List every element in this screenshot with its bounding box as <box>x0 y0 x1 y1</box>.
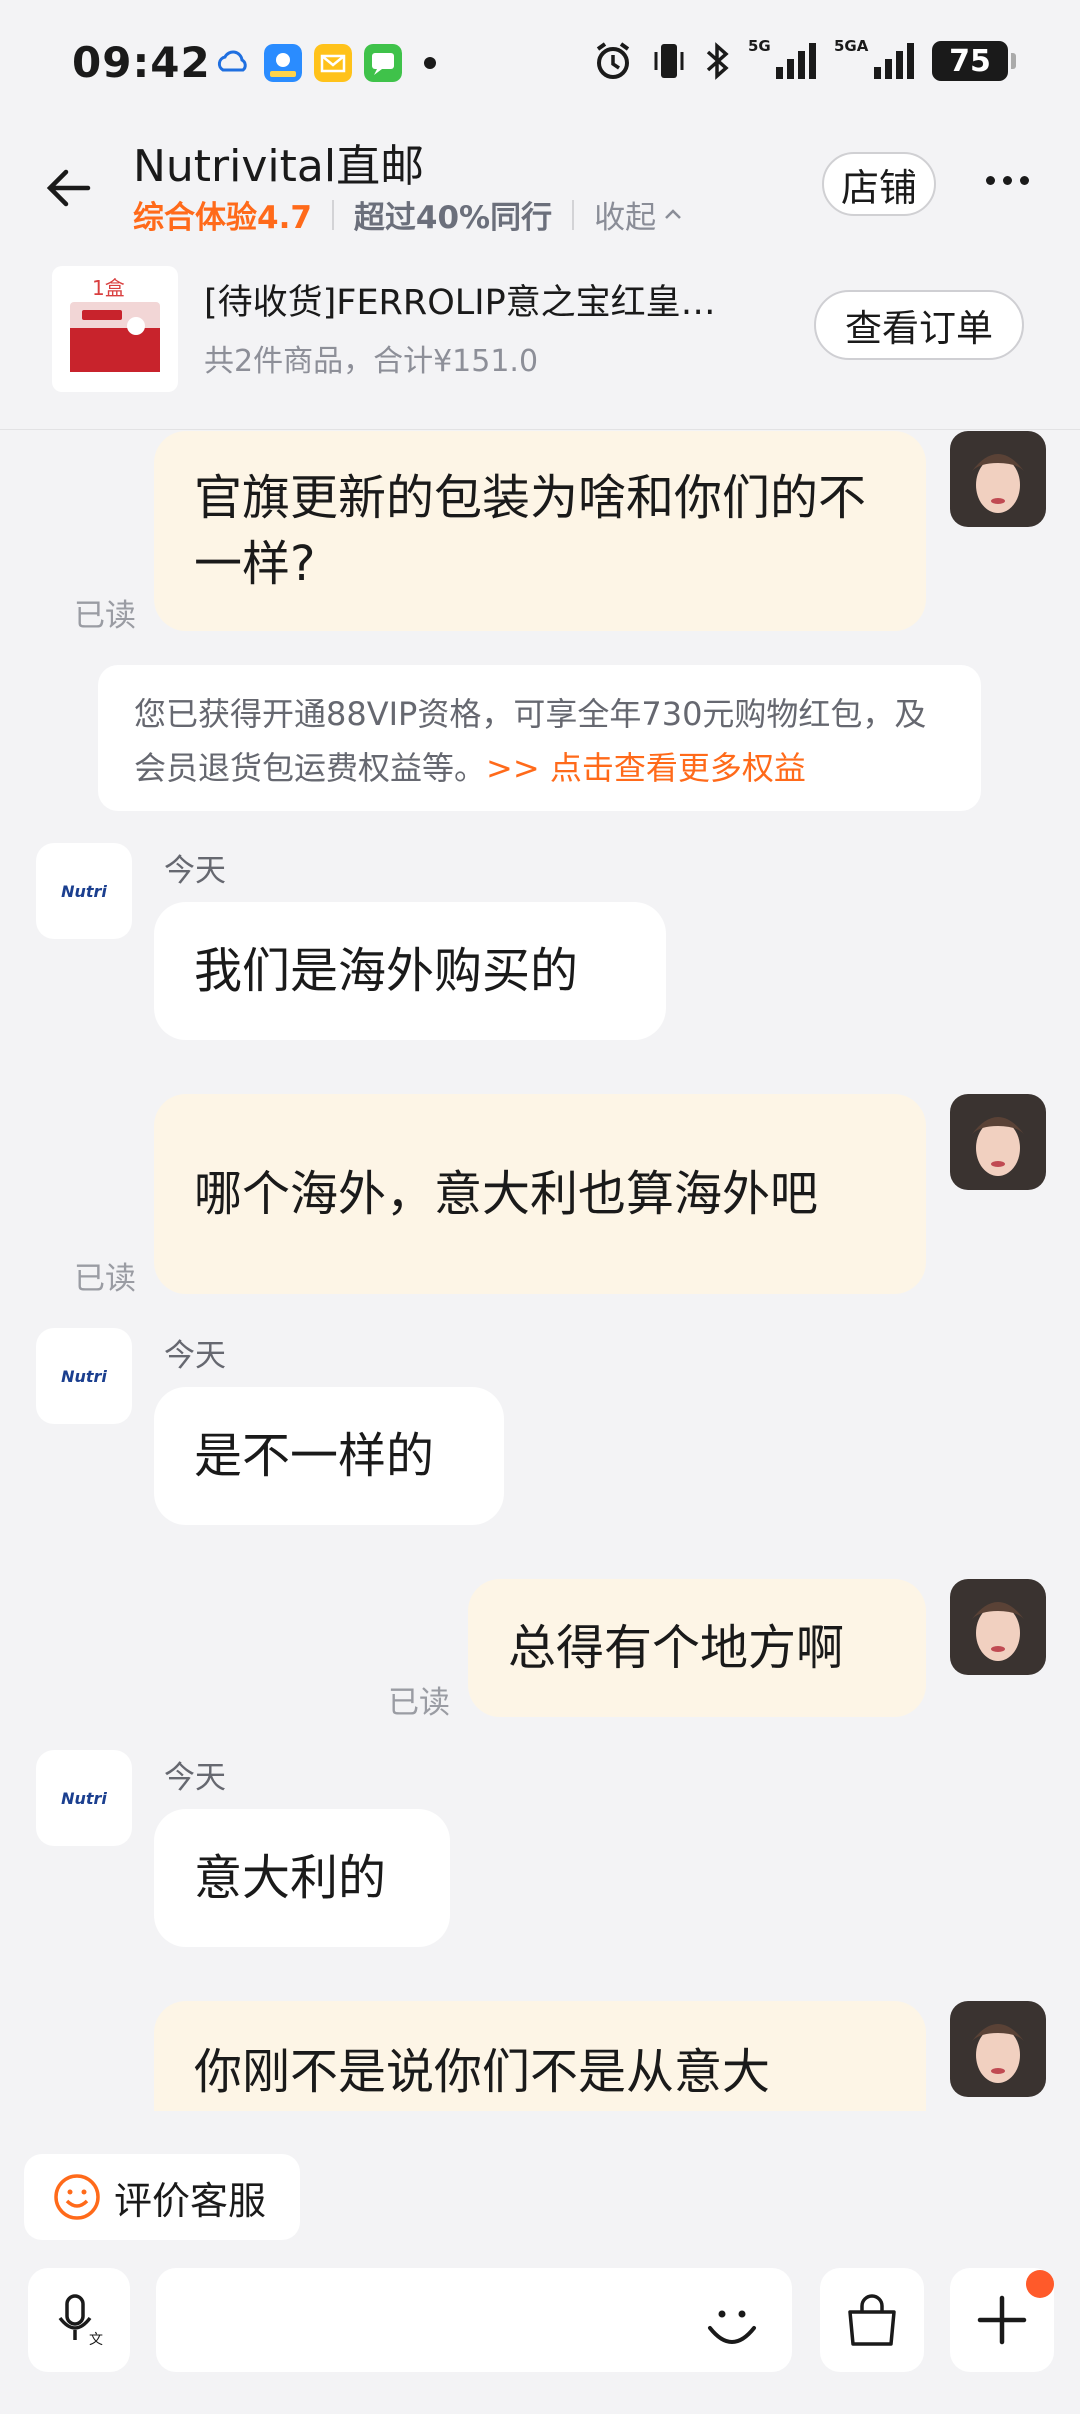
day-label: 今天 <box>164 1338 226 1374</box>
mail-app-icon <box>314 44 352 82</box>
rate-service-label: 评价客服 <box>114 2178 267 2223</box>
user-avatar-image <box>950 2001 1046 2097</box>
alarm-icon <box>596 42 630 79</box>
user-avatar[interactable] <box>950 2001 1046 2097</box>
shop-avatar[interactable]: Nutri <box>36 1328 132 1424</box>
incoming-message[interactable]: 是不一样的 <box>154 1387 504 1525</box>
collapse-label: 收起 <box>594 200 657 236</box>
divider <box>572 199 575 230</box>
peer-rank: 超过40%同行 <box>353 200 553 236</box>
more-notifications-dot <box>424 57 436 69</box>
input-bar: 文 <box>0 2256 1080 2414</box>
outgoing-message[interactable]: 总得有个地方啊 <box>468 1579 926 1717</box>
message-text: 总得有个地方啊 <box>508 1620 845 1676</box>
cloud-app-icon <box>217 50 247 72</box>
order-summary: 共2件商品，合计¥151.0 <box>204 344 539 379</box>
battery-icon: 75 <box>932 41 1016 81</box>
smiley-icon <box>54 2174 100 2220</box>
signal-5g-icon: 5G <box>748 37 816 79</box>
incoming-message[interactable]: 我们是海外购买的 <box>154 902 666 1040</box>
map-app-icon <box>264 44 302 82</box>
day-label: 今天 <box>164 853 226 889</box>
message-text: 意大利的 <box>194 1850 387 1906</box>
user-avatar[interactable] <box>950 1094 1046 1190</box>
status-notification-icons <box>214 44 436 82</box>
product-thumbnail: 1盒 <box>52 266 178 392</box>
chevron-up-icon <box>665 208 682 219</box>
plus-icon <box>977 2295 1027 2345</box>
thumbnail-qty: 1盒 <box>92 276 125 300</box>
shop-avatar-text: Nutri <box>61 1788 107 1808</box>
shop-avatar-text: Nutri <box>61 1366 107 1386</box>
rate-service-button[interactable]: 评价客服 <box>24 2154 300 2240</box>
shop-avatar-text: Nutri <box>61 881 107 901</box>
user-avatar[interactable] <box>950 1579 1046 1675</box>
collapse-toggle[interactable]: 收起 <box>594 192 684 237</box>
store-button[interactable]: 店铺 <box>822 152 936 216</box>
status-system-icons: 5G 5GA 75 <box>592 37 1016 82</box>
message-text: 你刚不是说你们不是从意大 <box>194 2044 771 2100</box>
read-receipt: 已读 <box>74 1261 136 1297</box>
shop-avatar[interactable]: Nutri <box>36 843 132 939</box>
user-avatar-image <box>950 1579 1046 1675</box>
read-receipt: 已读 <box>388 1685 450 1721</box>
notification-dot <box>1026 2270 1054 2298</box>
status-bar: 09:42 5G 5GA 75 <box>0 0 1080 120</box>
message-text: 官旗更新的包装为啥和你们的不一样? <box>194 470 867 592</box>
voice-button[interactable]: 文 <box>28 2268 130 2372</box>
day-label: 今天 <box>164 1760 226 1796</box>
message-input[interactable] <box>156 2268 792 2372</box>
user-avatar[interactable] <box>950 431 1046 527</box>
more-options-icon[interactable] <box>986 176 1029 185</box>
experience-score: 综合体验4.7 <box>133 200 312 236</box>
outgoing-message[interactable]: 官旗更新的包装为啥和你们的不一样? <box>154 431 926 631</box>
view-order-button[interactable]: 查看订单 <box>814 290 1024 360</box>
message-text: 是不一样的 <box>194 1428 435 1484</box>
microphone-icon: 文 <box>58 2294 103 2348</box>
shopping-bag-button[interactable] <box>820 2268 924 2372</box>
order-title: [待收货]FERROLIP意之宝红皇… <box>204 283 716 323</box>
shopping-bag-icon <box>848 2294 896 2346</box>
message-text: 我们是海外购买的 <box>194 943 579 999</box>
notice-link[interactable]: >> 点击查看更多权益 <box>486 749 806 787</box>
outgoing-message[interactable]: 你刚不是说你们不是从意大 <box>154 2001 926 2111</box>
incoming-message[interactable]: 意大利的 <box>154 1809 450 1947</box>
status-time: 09:42 <box>72 38 211 87</box>
vibrate-icon <box>654 44 684 78</box>
divider <box>331 199 334 230</box>
bluetooth-icon <box>706 42 729 80</box>
read-receipt: 已读 <box>74 598 136 634</box>
outgoing-message[interactable]: 哪个海外，意大利也算海外吧 <box>154 1094 926 1294</box>
shop-avatar[interactable]: Nutri <box>36 1750 132 1846</box>
shop-name[interactable]: Nutrivital直邮 <box>133 130 424 194</box>
vip-notice[interactable]: 您已获得开通88VIP资格，可享全年730元购物红包，及会员退货包运费权益等。>… <box>98 665 981 811</box>
message-app-icon <box>364 44 402 82</box>
message-text: 哪个海外，意大利也算海外吧 <box>194 1166 819 1222</box>
chat-messages[interactable]: 官旗更新的包装为啥和你们的不一样? 已读 您已获得开通88VIP资格，可享全年7… <box>0 431 1080 2111</box>
user-avatar-image <box>950 1094 1046 1190</box>
order-card[interactable]: 1盒 [待收货]FERROLIP意之宝红皇… 共2件商品，合计¥151.0 查看… <box>52 266 1032 396</box>
chat-header: Nutrivital直邮 综合体验4.7 超过40%同行 收起 店铺 1盒 [待… <box>0 120 1080 430</box>
emoji-icon[interactable] <box>700 2292 764 2356</box>
back-arrow-icon[interactable] <box>40 160 96 216</box>
user-avatar-image <box>950 431 1046 527</box>
shop-meta: 综合体验4.7 超过40%同行 收起 <box>133 192 684 237</box>
signal-5ga-icon: 5GA <box>834 37 914 79</box>
svg-text:文: 文 <box>89 2332 103 2348</box>
